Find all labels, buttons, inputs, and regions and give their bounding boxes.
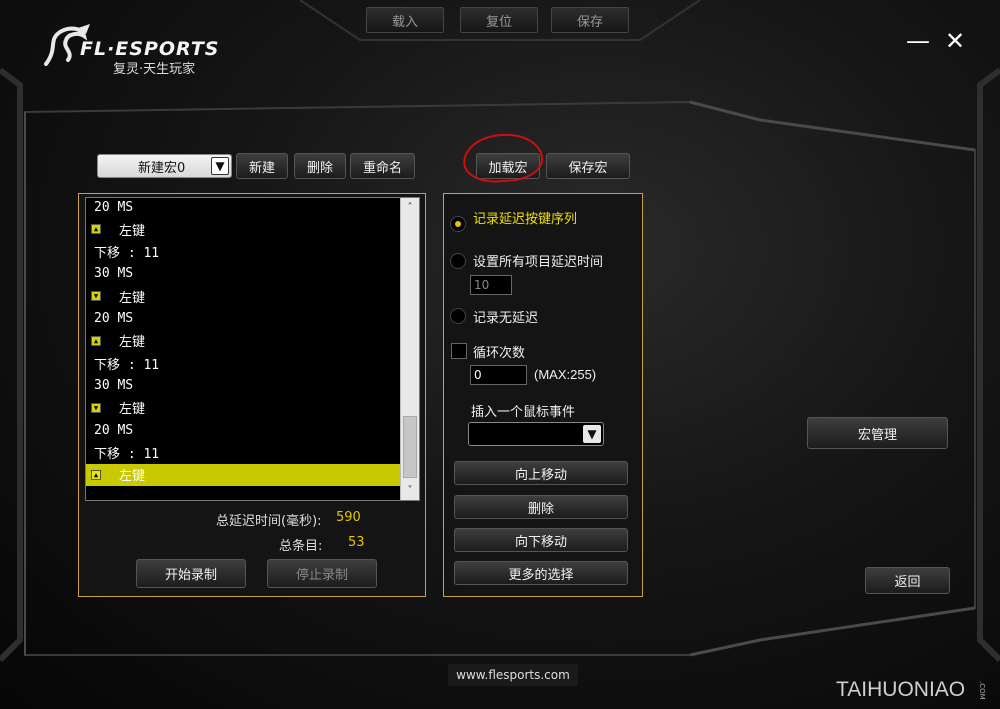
list-item-text: 下移 : 11 <box>94 357 160 373</box>
no-delay-label: 记录无延迟 <box>473 311 539 326</box>
move-up-button[interactable]: 向上移动 <box>454 461 628 485</box>
close-icon[interactable]: ✕ <box>940 27 970 55</box>
loop-checkbox[interactable] <box>451 343 467 359</box>
key-down-icon: ▼ <box>91 291 101 302</box>
loop-max-label: (MAX:255) <box>534 367 597 382</box>
list-item-text: 20 MS <box>94 311 134 326</box>
back-button[interactable]: 返回 <box>865 567 950 594</box>
load-button[interactable]: 载入 <box>366 7 444 33</box>
total-delay-label: 总延迟时间(毫秒): <box>216 514 322 529</box>
list-item-text: 左键 <box>119 402 146 418</box>
watermark: TAIHUONIAO <box>836 678 966 701</box>
list-item[interactable]: 30 MS <box>86 263 401 285</box>
macro-event-list[interactable]: ▲ 左键 下移 : 11 20 MS ▼ 左键 30 MS 下移 : 11 ▲ 左键 20 MS ▼ 左… <box>85 197 420 501</box>
key-up-icon: ▲ <box>91 224 101 235</box>
brand-tagline: 复灵·天生玩家 <box>113 62 196 77</box>
key-up-icon: ▲ <box>91 469 101 480</box>
reset-button[interactable]: 复位 <box>460 7 538 33</box>
loop-label: 循环次数 <box>473 346 526 361</box>
scroll-down-icon[interactable]: ˅ <box>401 482 419 499</box>
move-down-button[interactable]: 向下移动 <box>454 528 628 552</box>
list-item-text: 左键 <box>119 469 146 485</box>
total-items-value: 53 <box>348 535 365 550</box>
list-item[interactable]: ▲ 左键 <box>86 218 401 240</box>
chevron-down-icon[interactable]: ▼ <box>211 157 229 175</box>
list-item[interactable]: 20 MS <box>86 308 401 330</box>
macro-select[interactable]: 新建宏0 ▼ <box>97 154 232 178</box>
list-item[interactable]: 30 MS <box>86 374 401 396</box>
macro-manage-button[interactable]: 宏管理 <box>807 417 948 449</box>
record-delay-label: 记录延迟按键序列 <box>473 212 578 227</box>
list-item-text: 20 MS <box>94 422 134 438</box>
watermark-suffix: .COM <box>978 681 986 700</box>
delay-input[interactable]: 10 <box>470 275 512 295</box>
record-delay-radio[interactable] <box>450 216 466 232</box>
loop-input[interactable]: 0 <box>470 365 527 385</box>
save-button[interactable]: 保存 <box>551 7 629 33</box>
minimize-icon[interactable]: — <box>903 27 933 55</box>
list-item[interactable]: 20 MS <box>86 198 401 218</box>
list-item-text: 左键 <box>119 290 146 306</box>
macro-select-value: 新建宏0 <box>138 160 186 176</box>
total-delay-value: 590 <box>336 510 361 525</box>
list-item-text: 20 MS <box>94 199 134 215</box>
list-item[interactable]: 20 MS <box>86 419 401 441</box>
set-all-delay-label: 设置所有项目延迟时间 <box>473 255 604 270</box>
rename-macro-button[interactable]: 重命名 <box>350 153 415 179</box>
save-macro-button[interactable]: 保存宏 <box>546 153 630 179</box>
scroll-up-icon[interactable]: ˄ <box>401 199 419 216</box>
brand-name: FL·ESPORTS <box>80 38 220 60</box>
new-macro-button[interactable]: 新建 <box>236 153 288 179</box>
insert-mouse-label: 插入一个鼠标事件 <box>471 405 576 420</box>
scroll-thumb[interactable] <box>403 416 417 478</box>
delete-item-button[interactable]: 删除 <box>454 495 628 519</box>
list-item[interactable]: 下移 : 11 <box>86 241 401 263</box>
list-item[interactable]: ▲ 左键 <box>86 330 401 352</box>
list-scrollbar[interactable]: ˄ ˅ <box>400 198 419 500</box>
list-item[interactable]: ▲ 左键 <box>86 463 401 486</box>
list-item[interactable]: ▼ 左键 <box>86 397 401 419</box>
stop-record-button[interactable]: 停止录制 <box>267 559 377 588</box>
set-all-delay-radio[interactable] <box>450 253 466 269</box>
no-delay-radio[interactable] <box>450 308 466 324</box>
more-options-button[interactable]: 更多的选择 <box>454 561 628 585</box>
chevron-down-icon[interactable]: ▼ <box>583 425 601 443</box>
list-item-text: 30 MS <box>94 377 134 393</box>
list-item[interactable]: 下移 : 11 <box>86 441 401 463</box>
list-item[interactable]: 下移 : 11 <box>86 352 401 374</box>
list-item[interactable]: ▼ 左键 <box>86 285 401 307</box>
list-item-text: 下移 : 11 <box>94 246 160 262</box>
list-item-text: 左键 <box>119 335 146 351</box>
key-down-icon: ▼ <box>91 402 101 413</box>
start-record-button[interactable]: 开始录制 <box>136 559 246 588</box>
key-up-icon: ▲ <box>91 335 101 346</box>
total-items-label: 总条目: <box>279 539 323 554</box>
delete-macro-button[interactable]: 删除 <box>294 153 346 179</box>
list-item-text: 左键 <box>119 223 146 239</box>
list-item-text: 30 MS <box>94 266 134 282</box>
mouse-event-select[interactable]: ▼ <box>468 422 604 446</box>
list-item-text: 下移 : 11 <box>94 446 160 462</box>
website-link[interactable]: www.flesports.com <box>448 664 578 686</box>
